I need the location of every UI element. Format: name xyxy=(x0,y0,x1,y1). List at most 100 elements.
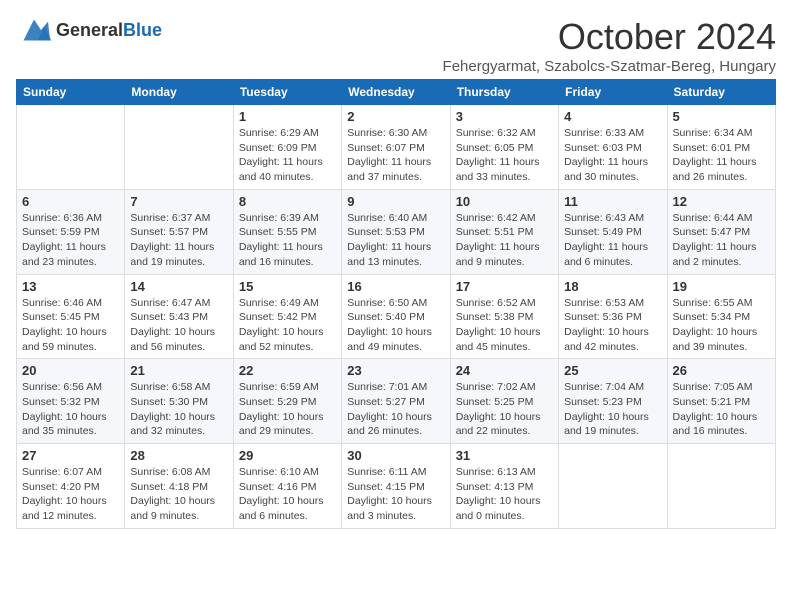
day-detail: Sunrise: 6:56 AM Sunset: 5:32 PM Dayligh… xyxy=(22,380,119,439)
day-detail: Sunrise: 6:39 AM Sunset: 5:55 PM Dayligh… xyxy=(239,211,336,270)
day-number: 9 xyxy=(347,194,444,209)
day-detail: Sunrise: 6:08 AM Sunset: 4:18 PM Dayligh… xyxy=(130,465,227,524)
day-detail: Sunrise: 6:33 AM Sunset: 6:03 PM Dayligh… xyxy=(564,126,661,185)
day-detail: Sunrise: 7:01 AM Sunset: 5:27 PM Dayligh… xyxy=(347,380,444,439)
table-row: 15 Sunrise: 6:49 AM Sunset: 5:42 PM Dayli… xyxy=(233,274,341,359)
table-row: 4 Sunrise: 6:33 AM Sunset: 6:03 PM Daylig… xyxy=(559,105,667,190)
header-wednesday: Wednesday xyxy=(342,80,450,105)
table-row: 16Sunrise: 6:50 AM Sunset: 5:40 PM Dayli… xyxy=(342,274,450,359)
day-number: 6 xyxy=(22,194,119,209)
header-sunday: Sunday xyxy=(17,80,125,105)
table-row: 25Sunrise: 7:04 AM Sunset: 5:23 PM Dayli… xyxy=(559,359,667,444)
table-row xyxy=(17,105,125,190)
day-detail: Sunrise: 6:58 AM Sunset: 5:30 PM Dayligh… xyxy=(130,380,227,439)
day-detail: Sunrise: 6:52 AM Sunset: 5:38 PM Dayligh… xyxy=(456,296,553,355)
day-number: 8 xyxy=(239,194,336,209)
table-row: 7 Sunrise: 6:37 AM Sunset: 5:57 PM Daylig… xyxy=(125,189,233,274)
day-detail: Sunrise: 6:44 AM Sunset: 5:47 PM Dayligh… xyxy=(673,211,770,270)
table-row xyxy=(667,444,775,529)
day-number: 12 xyxy=(673,194,770,209)
table-row: 17 Sunrise: 6:52 AM Sunset: 5:38 PM Dayli… xyxy=(450,274,558,359)
day-number: 7 xyxy=(130,194,227,209)
week-row-3: 20 Sunrise: 6:56 AM Sunset: 5:32 PM Dayli… xyxy=(17,359,776,444)
calendar-table: Sunday Monday Tuesday Wednesday Thursday… xyxy=(16,79,776,529)
day-number: 25 xyxy=(564,363,661,378)
day-detail: Sunrise: 7:02 AM Sunset: 5:25 PM Dayligh… xyxy=(456,380,553,439)
day-number: 27 xyxy=(22,448,119,463)
table-row xyxy=(125,105,233,190)
logo-icon xyxy=(16,16,52,44)
day-detail: Sunrise: 6:40 AM Sunset: 5:53 PM Dayligh… xyxy=(347,211,444,270)
month-title: October 2024 xyxy=(443,16,776,58)
week-row-0: 1Sunrise: 6:29 AM Sunset: 6:09 PM Daylig… xyxy=(17,105,776,190)
day-detail: Sunrise: 6:55 AM Sunset: 5:34 PM Dayligh… xyxy=(673,296,770,355)
day-detail: Sunrise: 6:30 AM Sunset: 6:07 PM Dayligh… xyxy=(347,126,444,185)
table-row: 12 Sunrise: 6:44 AM Sunset: 5:47 PM Dayli… xyxy=(667,189,775,274)
day-detail: Sunrise: 6:32 AM Sunset: 6:05 PM Dayligh… xyxy=(456,126,553,185)
title-section: October 2024 Fehergyarmat, Szabolcs-Szat… xyxy=(443,16,776,75)
day-number: 10 xyxy=(456,194,553,209)
table-row: 30 Sunrise: 6:11 AM Sunset: 4:15 PM Dayli… xyxy=(342,444,450,529)
header-saturday: Saturday xyxy=(667,80,775,105)
table-row: 14 Sunrise: 6:47 AM Sunset: 5:43 PM Dayli… xyxy=(125,274,233,359)
day-number: 11 xyxy=(564,194,661,209)
week-row-1: 6 Sunrise: 6:36 AM Sunset: 5:59 PM Daylig… xyxy=(17,189,776,274)
table-row: 26Sunrise: 7:05 AM Sunset: 5:21 PM Dayli… xyxy=(667,359,775,444)
header-tuesday: Tuesday xyxy=(233,80,341,105)
table-row: 1Sunrise: 6:29 AM Sunset: 6:09 PM Daylig… xyxy=(233,105,341,190)
logo-blue: Blue xyxy=(123,20,162,40)
day-number: 30 xyxy=(347,448,444,463)
table-row: 19 Sunrise: 6:55 AM Sunset: 5:34 PM Dayli… xyxy=(667,274,775,359)
day-detail: Sunrise: 6:59 AM Sunset: 5:29 PM Dayligh… xyxy=(239,380,336,439)
day-number: 23 xyxy=(347,363,444,378)
day-detail: Sunrise: 6:11 AM Sunset: 4:15 PM Dayligh… xyxy=(347,465,444,524)
header-friday: Friday xyxy=(559,80,667,105)
day-detail: Sunrise: 6:46 AM Sunset: 5:45 PM Dayligh… xyxy=(22,296,119,355)
day-number: 17 xyxy=(456,279,553,294)
day-detail: Sunrise: 7:05 AM Sunset: 5:21 PM Dayligh… xyxy=(673,380,770,439)
table-row xyxy=(559,444,667,529)
table-row: 18 Sunrise: 6:53 AM Sunset: 5:36 PM Dayli… xyxy=(559,274,667,359)
day-detail: Sunrise: 6:49 AM Sunset: 5:42 PM Dayligh… xyxy=(239,296,336,355)
page-header: GeneralBlue October 2024 Fehergyarmat, S… xyxy=(16,16,776,75)
day-detail: Sunrise: 6:36 AM Sunset: 5:59 PM Dayligh… xyxy=(22,211,119,270)
table-row: 24 Sunrise: 7:02 AM Sunset: 5:25 PM Dayli… xyxy=(450,359,558,444)
day-number: 24 xyxy=(456,363,553,378)
day-detail: Sunrise: 6:13 AM Sunset: 4:13 PM Dayligh… xyxy=(456,465,553,524)
day-detail: Sunrise: 6:43 AM Sunset: 5:49 PM Dayligh… xyxy=(564,211,661,270)
day-number: 19 xyxy=(673,279,770,294)
day-number: 4 xyxy=(564,109,661,124)
day-number: 21 xyxy=(130,363,227,378)
day-number: 28 xyxy=(130,448,227,463)
day-number: 5 xyxy=(673,109,770,124)
header-thursday: Thursday xyxy=(450,80,558,105)
logo: GeneralBlue xyxy=(16,16,162,44)
day-number: 13 xyxy=(22,279,119,294)
day-number: 15 xyxy=(239,279,336,294)
day-number: 14 xyxy=(130,279,227,294)
day-detail: Sunrise: 6:34 AM Sunset: 6:01 PM Dayligh… xyxy=(673,126,770,185)
week-row-2: 13 Sunrise: 6:46 AM Sunset: 5:45 PM Dayli… xyxy=(17,274,776,359)
day-number: 2 xyxy=(347,109,444,124)
day-number: 31 xyxy=(456,448,553,463)
day-detail: Sunrise: 6:37 AM Sunset: 5:57 PM Dayligh… xyxy=(130,211,227,270)
day-detail: Sunrise: 6:29 AM Sunset: 6:09 PM Dayligh… xyxy=(239,126,336,185)
table-row: 29Sunrise: 6:10 AM Sunset: 4:16 PM Dayli… xyxy=(233,444,341,529)
day-detail: Sunrise: 6:50 AM Sunset: 5:40 PM Dayligh… xyxy=(347,296,444,355)
day-detail: Sunrise: 6:10 AM Sunset: 4:16 PM Dayligh… xyxy=(239,465,336,524)
table-row: 27Sunrise: 6:07 AM Sunset: 4:20 PM Dayli… xyxy=(17,444,125,529)
table-row: 8 Sunrise: 6:39 AM Sunset: 5:55 PM Daylig… xyxy=(233,189,341,274)
day-detail: Sunrise: 6:47 AM Sunset: 5:43 PM Dayligh… xyxy=(130,296,227,355)
day-detail: Sunrise: 6:53 AM Sunset: 5:36 PM Dayligh… xyxy=(564,296,661,355)
table-row: 9 Sunrise: 6:40 AM Sunset: 5:53 PM Daylig… xyxy=(342,189,450,274)
day-number: 18 xyxy=(564,279,661,294)
table-row: 11 Sunrise: 6:43 AM Sunset: 5:49 PM Dayli… xyxy=(559,189,667,274)
table-row: 31 Sunrise: 6:13 AM Sunset: 4:13 PM Dayli… xyxy=(450,444,558,529)
header-monday: Monday xyxy=(125,80,233,105)
day-detail: Sunrise: 6:42 AM Sunset: 5:51 PM Dayligh… xyxy=(456,211,553,270)
table-row: 22Sunrise: 6:59 AM Sunset: 5:29 PM Dayli… xyxy=(233,359,341,444)
location-title: Fehergyarmat, Szabolcs-Szatmar-Bereg, Hu… xyxy=(443,58,776,75)
table-row: 20 Sunrise: 6:56 AM Sunset: 5:32 PM Dayli… xyxy=(17,359,125,444)
day-number: 20 xyxy=(22,363,119,378)
table-row: 5 Sunrise: 6:34 AM Sunset: 6:01 PM Daylig… xyxy=(667,105,775,190)
